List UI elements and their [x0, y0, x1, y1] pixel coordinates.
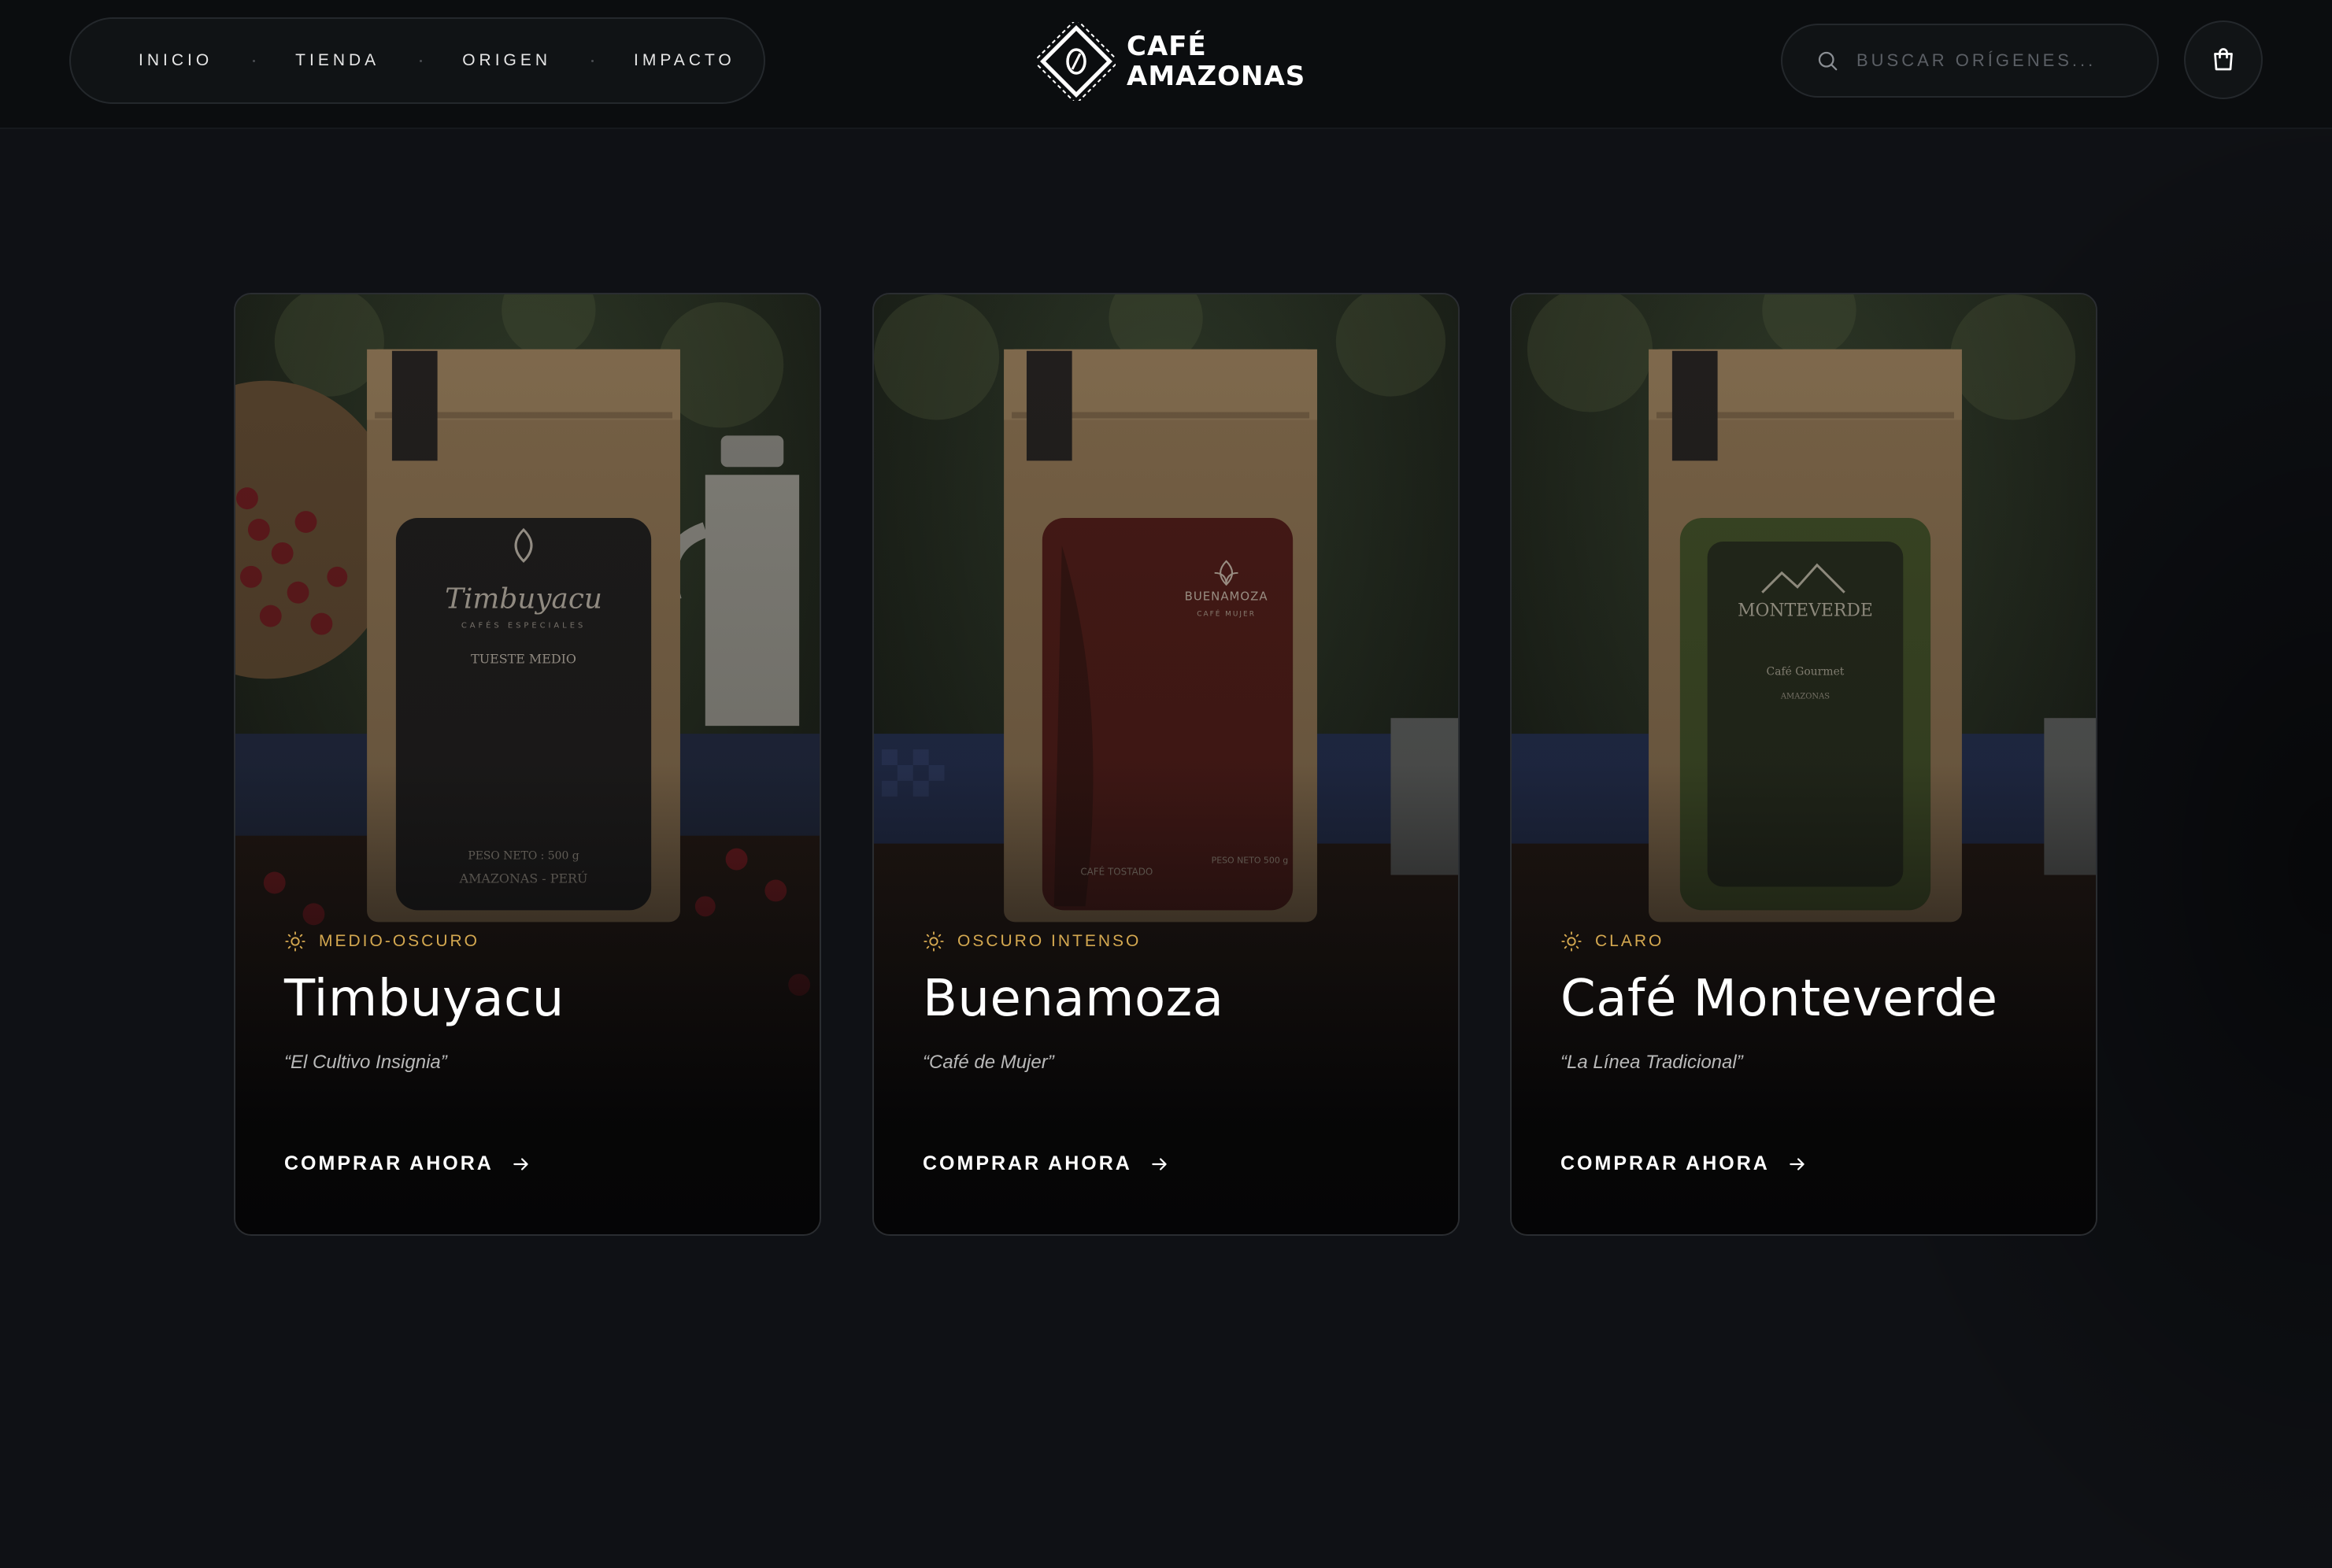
brand-logo[interactable]: CAFÉ AMAZONAS	[1037, 20, 1305, 102]
buy-now-label: COMPRAR AHORA	[284, 1152, 494, 1174]
nav-link-inicio[interactable]: INICIO	[139, 51, 213, 70]
product-card-buenamoza[interactable]: BUENAMOZA CAFÉ MUJER CAFÉ TOSTADO PESO N…	[872, 293, 1460, 1236]
roast-level: CLARO	[1560, 930, 2064, 952]
buy-now-button[interactable]: COMPRAR AHORA	[284, 1152, 531, 1175]
buy-now-button[interactable]: COMPRAR AHORA	[1560, 1152, 1808, 1175]
roast-label: CLARO	[1595, 932, 1664, 950]
product-name: Buenamoza	[923, 970, 1224, 1028]
sun-icon	[924, 931, 944, 952]
nav-separator	[420, 59, 423, 62]
product-name: Café Monteverde	[1560, 970, 1998, 1028]
arrow-right-icon	[1790, 1157, 1805, 1170]
roast-label: MEDIO-OSCURO	[319, 932, 479, 950]
brand-line-2: AMAZONAS	[1127, 61, 1306, 92]
product-card-timbuyacu[interactable]: Timbuyacu CAFÉS ESPECIALES TUESTE MEDIO …	[234, 293, 821, 1236]
top-navigation-bar: INICIO TIENDA ORIGEN IMPACTO CAFÉ AMAZON…	[0, 0, 2332, 129]
nav-link-impacto[interactable]: IMPACTO	[634, 51, 735, 70]
product-tagline: “La Línea Tradicional”	[1560, 1052, 1743, 1073]
nav-separator	[253, 59, 256, 62]
nav-link-tienda[interactable]: TIENDA	[295, 51, 379, 70]
product-tagline: “El Cultivo Insignia”	[284, 1052, 447, 1073]
sun-icon	[1561, 931, 1582, 952]
diamond-coffee-bean-logo-icon	[1037, 22, 1116, 101]
brand-line-1: CAFÉ	[1127, 31, 1207, 62]
buy-now-label: COMPRAR AHORA	[1560, 1152, 1770, 1174]
sun-icon	[285, 931, 305, 952]
product-card-body: MEDIO-OSCURO Timbuyacu “El Cultivo Insig…	[284, 930, 788, 1175]
product-tagline: “Café de Mujer”	[923, 1052, 1054, 1073]
roast-level: MEDIO-OSCURO	[284, 930, 788, 952]
roast-label: OSCURO INTENSO	[957, 932, 1142, 950]
product-card-monteverde[interactable]: MONTEVERDE Café Gourmet AMAZONAS CLARO C…	[1510, 293, 2097, 1236]
arrow-right-icon	[1152, 1157, 1167, 1170]
arrow-right-icon	[513, 1157, 528, 1170]
cart-button[interactable]	[2184, 20, 2263, 99]
buy-now-label: COMPRAR AHORA	[923, 1152, 1132, 1174]
nav-separator	[591, 59, 594, 62]
brand-name: CAFÉ AMAZONAS	[1127, 31, 1305, 91]
search-input[interactable]	[1856, 50, 2116, 71]
search-box[interactable]	[1781, 24, 2159, 98]
product-card-body: CLARO Café Monteverde “La Línea Tradicio…	[1560, 930, 2064, 1175]
main-nav: INICIO TIENDA ORIGEN IMPACTO	[69, 17, 765, 104]
shopping-bag-icon	[2214, 48, 2233, 71]
search-icon	[1818, 51, 1838, 71]
nav-link-origen[interactable]: ORIGEN	[462, 51, 551, 70]
roast-level: OSCURO INTENSO	[923, 930, 1427, 952]
buy-now-button[interactable]: COMPRAR AHORA	[923, 1152, 1170, 1175]
product-name: Timbuyacu	[284, 970, 564, 1028]
product-card-body: OSCURO INTENSO Buenamoza “Café de Mujer”…	[923, 930, 1427, 1175]
